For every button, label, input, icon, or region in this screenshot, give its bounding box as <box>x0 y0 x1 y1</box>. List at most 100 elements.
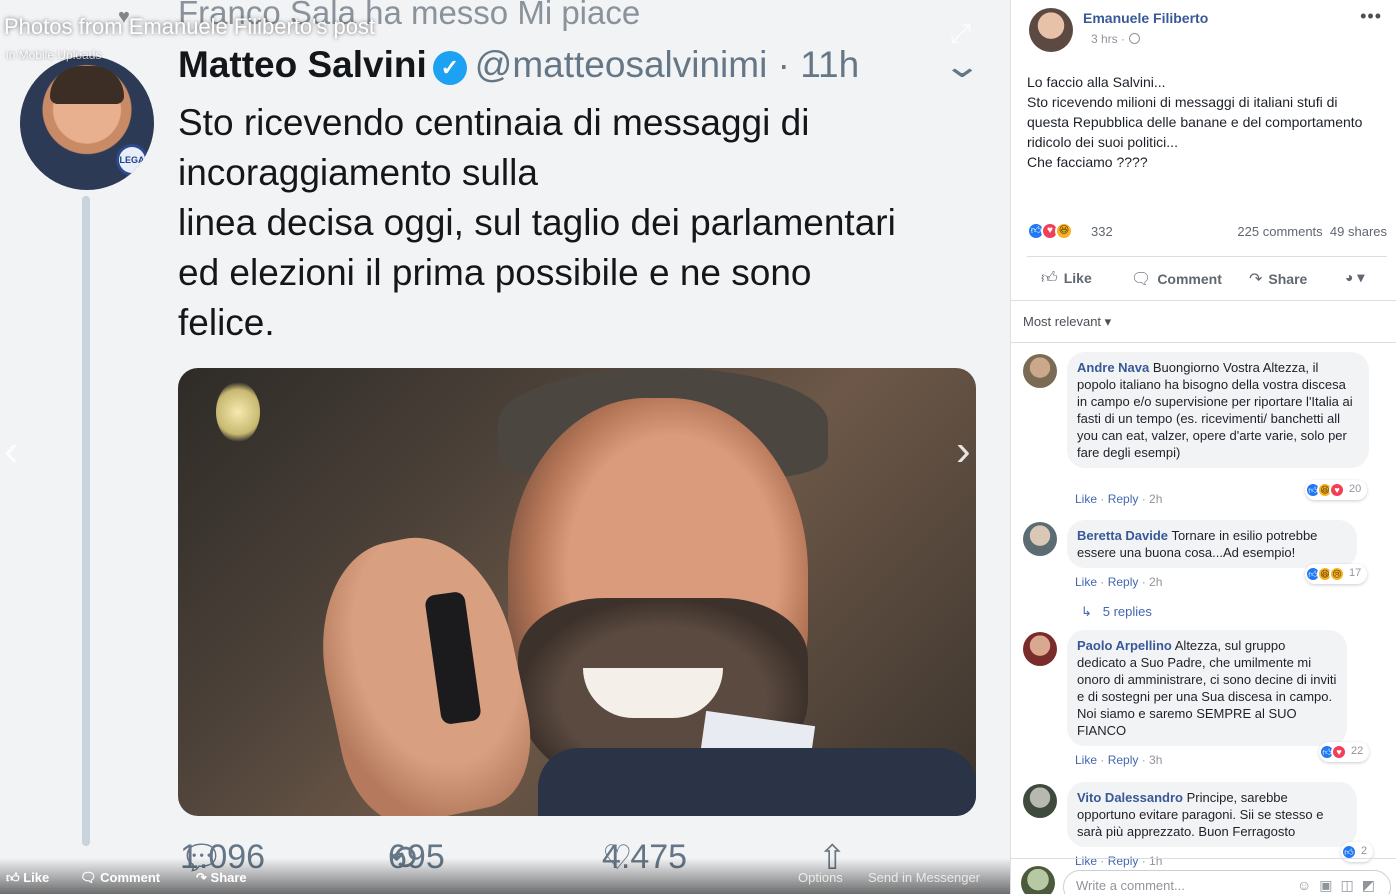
comment-meta: Like · Reply · 2h <box>1075 492 1163 506</box>
comment-meta: Like · Reply · 2h <box>1075 575 1163 589</box>
comment-like-link[interactable]: Like <box>1075 753 1097 767</box>
comment-reply-link[interactable]: Reply <box>1108 492 1139 506</box>
tweet-author-avatar: LEGA <box>20 56 154 190</box>
comment-reactions[interactable]: 👍︎ 😆︎ 😢︎ 17 <box>1305 564 1368 584</box>
globe-icon <box>1129 33 1141 44</box>
viewer-like-button[interactable]: 👍︎ Like <box>6 870 49 886</box>
page-selector-button[interactable]: ◕ ▾ <box>1345 269 1364 286</box>
comment-bubble: Vito Dalessandro Principe, sarebbe oppor… <box>1067 782 1357 847</box>
sort-comments-dropdown[interactable]: Most relevant ▾ <box>1023 314 1111 330</box>
comment-reply-link[interactable]: Reply <box>1108 575 1139 589</box>
commenter-avatar[interactable] <box>1023 632 1057 666</box>
sad-reaction-icon: 😢︎ <box>1329 566 1345 582</box>
caret-down-icon: ▾ <box>1357 269 1365 285</box>
author-avatar[interactable] <box>1029 8 1073 52</box>
tweet-thread-line <box>82 196 90 846</box>
viewer-options-button[interactable]: Options <box>798 870 843 885</box>
comment-reactions[interactable]: 👍︎ ♥ 22 <box>1319 742 1370 762</box>
tweet-handle-time: @matteosalvinimi · 11h <box>474 44 860 85</box>
comment-reactions[interactable]: 👍︎ 2 <box>1341 842 1374 862</box>
comment-text: Altezza, sul gruppo dedicato a Suo Padre… <box>1077 638 1337 738</box>
love-reaction-icon: ♥ <box>1329 482 1345 498</box>
prev-photo-icon[interactable]: ‹ <box>4 426 19 476</box>
share-icon: ↷ <box>1249 271 1263 288</box>
comment-like-link[interactable]: Like <box>1075 575 1097 589</box>
album-title[interactable]: Photos from Emanuele Filiberto's post <box>4 14 375 40</box>
photo-suit <box>538 748 976 816</box>
comment-like-link[interactable]: Like <box>1075 492 1097 506</box>
love-reaction-icon: ♥ <box>1331 744 1347 760</box>
comment-reaction-count: 17 <box>1349 567 1362 579</box>
post-sidebar: Emanuele Filiberto 3 hrs · ••• Lo faccio… <box>1010 0 1396 894</box>
commenter-name[interactable]: Paolo Arpellino <box>1077 638 1172 653</box>
replies-label: 5 replies <box>1102 604 1152 619</box>
viewer-action-bar: 👍︎ Like 🗨︎ Comment ↷ Share Options Send … <box>0 858 1010 894</box>
comment-reaction-count: 2 <box>1361 845 1368 857</box>
current-user-avatar <box>1021 866 1055 894</box>
comment-tools: ☺▣◫◩ <box>1297 877 1383 894</box>
photo-viewer: ♥ Franco Sala ha messo Mi piace Photos f… <box>0 0 1010 894</box>
chevron-down-icon: ⌄ <box>942 47 983 85</box>
divider <box>1011 342 1396 343</box>
comment-time[interactable]: · 2h <box>1142 492 1163 506</box>
tweet-photo <box>178 368 976 816</box>
share-icon: ↷ <box>196 870 207 885</box>
share-button[interactable]: ↷ Share <box>1249 269 1307 289</box>
shares-count[interactable]: 49 shares <box>1330 224 1387 239</box>
post-text: Lo faccio alla Salvini... Sto ricevendo … <box>1027 74 1363 170</box>
tweet-header: Matteo Salvini ✓ @matteosalvinimi · 11h <box>178 44 859 86</box>
post-author-name[interactable]: Emanuele Filiberto <box>1083 10 1208 26</box>
next-photo-icon[interactable]: › <box>956 426 971 476</box>
comment-time[interactable]: · 2h <box>1142 575 1163 589</box>
viewer-share-label: Share <box>210 870 247 885</box>
divider <box>1011 300 1396 301</box>
commenter-name[interactable]: Andre Nava <box>1077 360 1149 375</box>
viewer-comment-label: Comment <box>100 870 161 885</box>
tweet-text: Sto ricevendo centinaia di messaggi di i… <box>178 102 896 343</box>
comment-label: Comment <box>1157 271 1222 287</box>
post-action-row: 👍︎ Like 🗨︎ Comment ↷ Share ◕ ▾ <box>1027 256 1387 298</box>
photo-light <box>216 382 260 442</box>
thumbs-up-icon: 👍︎ <box>1041 270 1058 287</box>
comments-count[interactable]: 225 comments <box>1237 224 1322 239</box>
write-comment-box: Write a comment... ☺▣◫◩ <box>1021 862 1393 894</box>
post-timestamp[interactable]: 3 hrs · <box>1091 32 1141 46</box>
tweet-author-name: Matteo Salvini <box>178 44 427 85</box>
post-time-label: 3 hrs · <box>1091 32 1126 46</box>
comment-reactions[interactable]: 👍︎ 😆︎ ♥ 20 <box>1305 480 1368 500</box>
expand-icon[interactable]: ⤢ <box>950 18 971 50</box>
haha-reaction-icon: 😆︎ <box>1055 222 1073 240</box>
gif-icon[interactable]: ◫ <box>1341 877 1362 893</box>
comment-reply-link[interactable]: Reply <box>1108 753 1139 767</box>
comment-button[interactable]: 🗨︎ Comment <box>1131 269 1222 289</box>
post-stats: 225 comments 49 shares <box>1237 224 1387 239</box>
comment-text: Buongiorno Vostra Altezza, il popolo ita… <box>1077 360 1353 460</box>
comment-meta: Like · Reply · 3h <box>1075 753 1163 767</box>
comment-time[interactable]: · 3h <box>1142 753 1163 767</box>
divider <box>1011 858 1396 859</box>
comment-icon: 🗨︎ <box>80 870 97 885</box>
share-label: Share <box>1268 271 1308 287</box>
post-reactions[interactable]: 👍︎ ♥ 😆︎ 332 225 comments 49 shares <box>1027 222 1387 244</box>
post-menu-button[interactable]: ••• <box>1360 6 1382 27</box>
commenter-avatar[interactable] <box>1023 522 1057 556</box>
viewer-send-messenger-button[interactable]: Send in Messenger <box>868 870 980 885</box>
reaction-count: 332 <box>1091 224 1113 239</box>
avatar-hair <box>50 66 124 104</box>
commenter-avatar[interactable] <box>1023 354 1057 388</box>
camera-icon[interactable]: ▣ <box>1319 877 1340 893</box>
view-replies-link[interactable]: ↳ 5 replies <box>1081 604 1152 620</box>
viewer-share-button[interactable]: ↷ Share <box>196 870 247 886</box>
reply-arrow-icon: ↳ <box>1081 604 1092 619</box>
viewer-like-label: Like <box>23 870 50 885</box>
like-button[interactable]: 👍︎ Like <box>1041 269 1092 288</box>
viewer-comment-button[interactable]: 🗨︎ Comment <box>80 870 160 886</box>
commenter-name[interactable]: Vito Dalessandro <box>1077 790 1183 805</box>
comment-icon: 🗨︎ <box>1131 271 1152 288</box>
album-subtitle[interactable]: in Mobile Uploads <box>6 48 101 62</box>
commenter-name[interactable]: Beretta Davide <box>1077 528 1168 543</box>
sticker-icon[interactable]: ◩ <box>1362 877 1383 893</box>
commenter-avatar[interactable] <box>1023 784 1057 818</box>
emoji-icon[interactable]: ☺ <box>1297 877 1319 893</box>
page-avatar-icon: ◕ <box>1345 269 1354 285</box>
